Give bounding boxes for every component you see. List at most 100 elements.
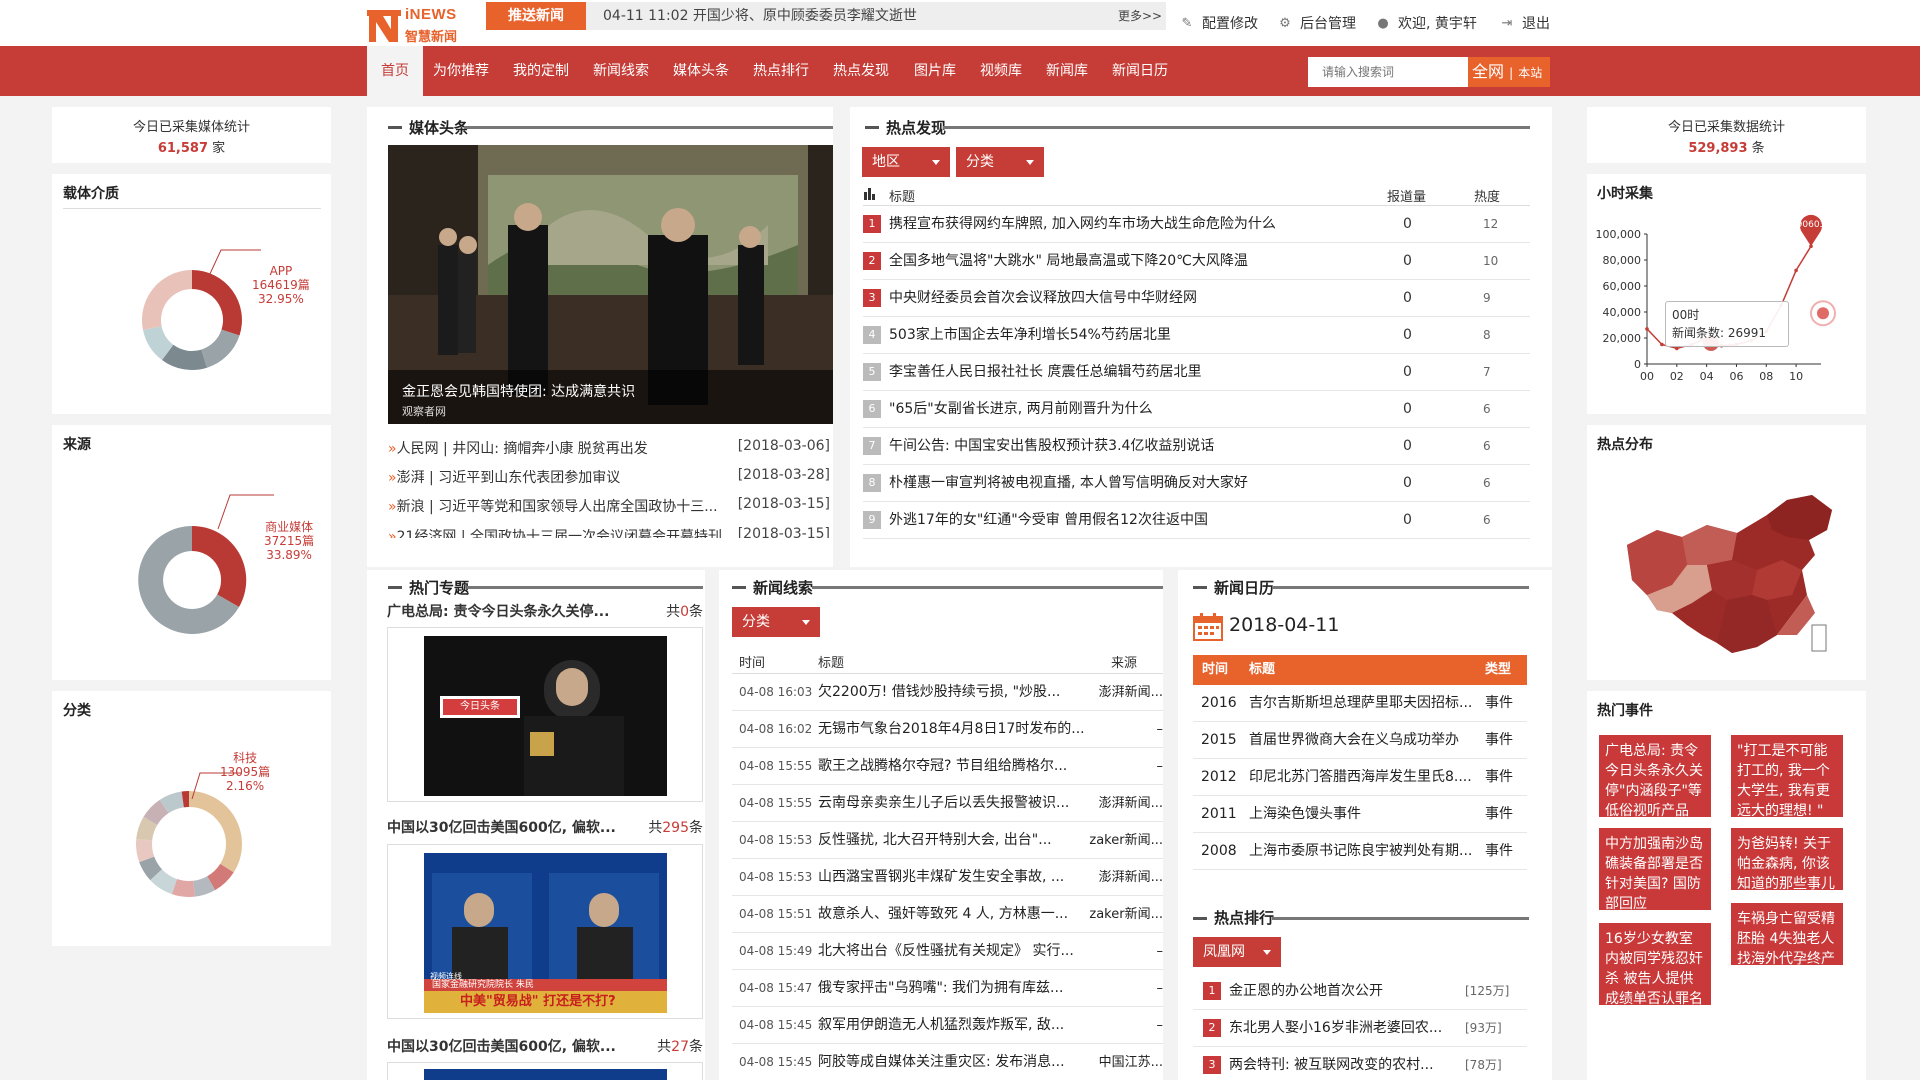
row-title[interactable]: 上海市委原书记陈良宇被判处有期... bbox=[1249, 833, 1474, 869]
table-row[interactable]: 7 午间公告: 中国宝安出售股权预计获3.4亿收益别说话 0 6 bbox=[863, 428, 1530, 465]
table-row[interactable]: 6 "65后"女副省长进京, 两月前刚晋升为什么 0 6 bbox=[863, 391, 1530, 428]
category-dropdown[interactable]: 分类 bbox=[956, 147, 1044, 177]
nav-clues[interactable]: 新闻线索 bbox=[593, 46, 649, 96]
clues-category-dropdown[interactable]: 分类 bbox=[732, 607, 820, 637]
hot-event-item[interactable]: 广电总局: 责令今日头条永久关停"内涵段子"等低俗视听产品 bbox=[1599, 735, 1711, 819]
table-row[interactable]: 4 503家上市国企去年净利增长54%芍药居北里 0 8 bbox=[863, 317, 1530, 354]
site-logo[interactable]: iNEWS 智慧新闻 bbox=[367, 4, 465, 45]
logout-link[interactable]: ⇥ 退出 bbox=[1500, 14, 1550, 34]
hot-event-item[interactable]: 为爸妈转! 关于帕金森病, 你该知道的那些事儿 bbox=[1731, 828, 1843, 892]
region-dropdown[interactable]: 地区 bbox=[862, 147, 950, 177]
table-row[interactable]: 5 李宝善任人民日报社社长 庹震任总编辑芍药居北里 0 7 bbox=[863, 354, 1530, 391]
row-title[interactable]: 印尼北苏门答腊西海岸发生里氏8.... bbox=[1249, 759, 1474, 795]
search-scope-site[interactable]: 本站 bbox=[1518, 66, 1542, 80]
table-row[interactable]: 2008 上海市委原书记陈良宇被判处有期... 事件 bbox=[1193, 833, 1527, 870]
table-row[interactable]: 2 东北男人娶小16岁非洲老婆回农... [93万] bbox=[1193, 1010, 1527, 1047]
table-row[interactable]: 04-08 15:53 反性骚扰, 北大召开特别大会, 出台"... zaker新闻… bbox=[732, 822, 1163, 859]
table-row[interactable]: 3 两会特刊: 被互联网改变的农村... [78万] bbox=[1193, 1047, 1527, 1080]
push-more-link[interactable]: 更多>> bbox=[1118, 2, 1162, 30]
row-title[interactable]: 歌王之战腾格尔夺冠? 节目组给腾格尔... bbox=[818, 748, 1098, 784]
table-row[interactable]: 2015 首届世界微商大会在义乌成功举办 事件 bbox=[1193, 722, 1527, 759]
row-title[interactable]: 欠2200万! 借钱炒股持续亏损, "炒股... bbox=[818, 674, 1098, 710]
topic-item[interactable]: 广电总局: 责令今日头条永久关停... 共0条 bbox=[387, 601, 703, 625]
table-row[interactable]: 2012 印尼北苏门答腊西海岸发生里氏8.... 事件 bbox=[1193, 759, 1527, 796]
ranking-source-dropdown[interactable]: 凤凰网 bbox=[1193, 937, 1281, 967]
table-row[interactable]: 04-08 15:49 北大将出台《反性骚扰有关规定》 实行... – bbox=[732, 933, 1163, 970]
admin-link[interactable]: ⚙ 后台管理 bbox=[1278, 14, 1356, 34]
table-row[interactable]: 04-08 15:47 俄专家抨击"乌鸦嘴": 我们为拥有库兹... – bbox=[732, 970, 1163, 1007]
topic-image-frame[interactable] bbox=[387, 1062, 703, 1080]
table-row[interactable]: 8 朴槿惠一审宣判将被电视直播, 本人曾写信明确反对大家好 0 6 bbox=[863, 465, 1530, 502]
hot-event-item[interactable]: 16岁少女教室内被同学残忍奸杀 被告人提供成绩单否认罪名 bbox=[1599, 923, 1711, 1007]
table-row[interactable]: 04-08 16:02 无锡市气象台2018年4月8日17时发布的... – bbox=[732, 711, 1163, 748]
row-title[interactable]: 俄专家抨击"乌鸦嘴": 我们为拥有库兹... bbox=[818, 970, 1098, 1006]
table-row[interactable]: 2016 吉尔吉斯斯坦总理萨里耶夫因招标... 事件 bbox=[1193, 685, 1527, 722]
row-title[interactable]: "65后"女副省长进京, 两月前刚晋升为什么 bbox=[889, 401, 1153, 417]
list-item[interactable]: »人民网 | 井冈山: 摘帽奔小康 脱贫再出发 [2018-03-06] bbox=[388, 438, 833, 468]
row-title[interactable]: 503家上市国企去年净利增长54%芍药居北里 bbox=[889, 327, 1171, 343]
row-title[interactable]: 李宝善任人民日报社社长 庹震任总编辑芍药居北里 bbox=[889, 364, 1201, 380]
topic-image-frame[interactable]: 今日头条 bbox=[387, 627, 703, 802]
row-title[interactable]: 午间公告: 中国宝安出售股权预计获3.4亿收益别说话 bbox=[889, 438, 1214, 454]
row-title[interactable]: 山西潞宝晋钢兆丰煤矿发生安全事故, ... bbox=[818, 859, 1098, 895]
row-title[interactable]: 上海染色馒头事件 bbox=[1249, 796, 1474, 832]
table-row[interactable]: 9 外逃17年的女"红通"今受审 曾用假名12次往返中国 0 6 bbox=[863, 502, 1530, 539]
nav-hot-ranking[interactable]: 热点排行 bbox=[753, 46, 809, 96]
nav-home[interactable]: 首页 bbox=[367, 46, 423, 96]
list-item[interactable]: »澎湃 | 习近平到山东代表团参加审议 [2018-03-28] bbox=[388, 467, 833, 497]
table-row[interactable]: 1 金正恩的办公地首次公开 [125万] bbox=[1193, 973, 1527, 1010]
headline-image[interactable]: 金正恩会见韩国特使团: 达成满意共识 观察者网 bbox=[388, 145, 833, 424]
nav-media-headlines[interactable]: 媒体头条 bbox=[673, 46, 729, 96]
nav-image-library[interactable]: 图片库 bbox=[914, 46, 956, 96]
row-title[interactable]: 全国多地气温将"大跳水" 局地最高温或下降20℃大风降温 bbox=[889, 253, 1248, 269]
nav-hot-discovery[interactable]: 热点发现 bbox=[833, 46, 889, 96]
row-title[interactable]: 叙军用伊朗造无人机猛烈轰炸叛军, 敌... bbox=[818, 1007, 1098, 1043]
search-scope-all[interactable]: 全网 bbox=[1472, 62, 1504, 81]
table-row[interactable]: 04-08 16:03 欠2200万! 借钱炒股持续亏损, "炒股... 澎湃新闻.… bbox=[732, 674, 1163, 711]
row-title[interactable]: 两会特刊: 被互联网改变的农村... bbox=[1229, 1057, 1434, 1073]
table-row[interactable]: 04-08 15:51 故意杀人、强奸等致死 4 人, 方林惠一... zaker新… bbox=[732, 896, 1163, 933]
row-title[interactable]: 故意杀人、强奸等致死 4 人, 方林惠一... bbox=[818, 896, 1098, 932]
row-title[interactable]: 无锡市气象台2018年4月8日17时发布的... bbox=[818, 711, 1098, 747]
table-row[interactable]: 04-08 15:45 叙军用伊朗造无人机猛烈轰炸叛军, 敌... – bbox=[732, 1007, 1163, 1044]
table-row[interactable]: 04-08 15:45 阿胶等成自媒体关注重灾区: 发布消息... 中国江苏... bbox=[732, 1044, 1163, 1080]
table-row[interactable]: 04-08 15:55 云南母亲卖亲生儿子后以丢失报警被识... 澎湃新闻... bbox=[732, 785, 1163, 822]
config-link[interactable]: ✎ 配置修改 bbox=[1180, 14, 1258, 34]
push-news-text[interactable]: 04-11 11:02 开国少将、原中顾委委员李耀文逝世 bbox=[603, 2, 917, 30]
row-title[interactable]: 云南母亲卖亲生儿子后以丢失报警被识... bbox=[818, 785, 1098, 821]
row-title[interactable]: 东北男人娶小16岁非洲老婆回农... bbox=[1229, 1020, 1442, 1036]
row-title[interactable]: 反性骚扰, 北大召开特别大会, 出台"... bbox=[818, 822, 1098, 858]
row-title[interactable]: 外逃17年的女"红通"今受审 曾用假名12次往返中国 bbox=[889, 512, 1208, 528]
row-title[interactable]: 金正恩的办公地首次公开 bbox=[1229, 983, 1383, 999]
row-title[interactable]: 北大将出台《反性骚扰有关规定》 实行... bbox=[818, 933, 1098, 969]
row-title[interactable]: 首届世界微商大会在义乌成功举办 bbox=[1249, 722, 1474, 758]
search-scope-button[interactable]: 全网 | 本站 bbox=[1468, 57, 1550, 87]
row-title[interactable]: 朴槿惠一审宣判将被电视直播, 本人曾写信明确反对大家好 bbox=[889, 475, 1248, 491]
table-row[interactable]: 2 全国多地气温将"大跳水" 局地最高温或下降20℃大风降温 0 10 bbox=[863, 243, 1530, 280]
list-item[interactable]: »21经济网 | 全国政协十三届一次会议闭幕会开幕特刊 [2018-03-15] bbox=[388, 526, 833, 538]
source-donut[interactable] bbox=[134, 522, 250, 638]
row-title[interactable]: 携程宣布获得网约车牌照, 加入网约车市场大战生命危险为什么 bbox=[889, 216, 1276, 232]
nav-video-library[interactable]: 视频库 bbox=[980, 46, 1022, 96]
topic-item[interactable]: 中国以30亿回击美国600亿, 偏软... 共295条 bbox=[387, 817, 703, 841]
row-title[interactable]: 中央财经委员会首次会议释放四大信号中华财经网 bbox=[889, 290, 1197, 306]
topic-image-frame[interactable]: 国家金融研究院院长 朱民 中美"贸易战" 打还是不打? 视频连线 bbox=[387, 844, 703, 1019]
hot-event-item[interactable]: 车祸身亡留受精胚胎 4失独老人找海外代孕终产子 bbox=[1731, 903, 1843, 987]
table-row[interactable]: 1 携程宣布获得网约车牌照, 加入网约车市场大战生命危险为什么 0 12 bbox=[863, 206, 1530, 243]
search-input[interactable] bbox=[1308, 57, 1468, 87]
nav-recommend[interactable]: 为你推荐 bbox=[433, 46, 489, 96]
table-row[interactable]: 04-08 15:55 歌王之战腾格尔夺冠? 节目组给腾格尔... – bbox=[732, 748, 1163, 785]
topic-item[interactable]: 中国以30亿回击美国600亿, 偏软... 共27条 bbox=[387, 1036, 703, 1060]
hot-event-item[interactable]: "打工是不可能打工的, 我一个大学生, 我有更远大的理想! " bbox=[1731, 735, 1843, 819]
nav-news-calendar[interactable]: 新闻日历 bbox=[1112, 46, 1168, 96]
table-row[interactable]: 3 中央财经委员会首次会议释放四大信号中华财经网 0 9 bbox=[863, 280, 1530, 317]
nav-news-library[interactable]: 新闻库 bbox=[1046, 46, 1088, 96]
table-row[interactable]: 2011 上海染色馒头事件 事件 bbox=[1193, 796, 1527, 833]
hot-event-item[interactable]: 中方加强南沙岛礁装备部署是否针对美国? 国防部回应 bbox=[1599, 828, 1711, 912]
nav-custom[interactable]: 我的定制 bbox=[513, 46, 569, 96]
china-map[interactable] bbox=[1617, 485, 1847, 665]
table-row[interactable]: 04-08 15:53 山西潞宝晋钢兆丰煤矿发生安全事故, ... 澎湃新闻... bbox=[732, 859, 1163, 896]
row-title[interactable]: 阿胶等成自媒体关注重灾区: 发布消息... bbox=[818, 1044, 1098, 1080]
list-item[interactable]: »新浪 | 习近平等党和国家领导人出席全国政协十三... [2018-03-15… bbox=[388, 496, 833, 526]
welcome-user[interactable]: ● 欢迎, 黄宇轩 bbox=[1376, 14, 1477, 34]
